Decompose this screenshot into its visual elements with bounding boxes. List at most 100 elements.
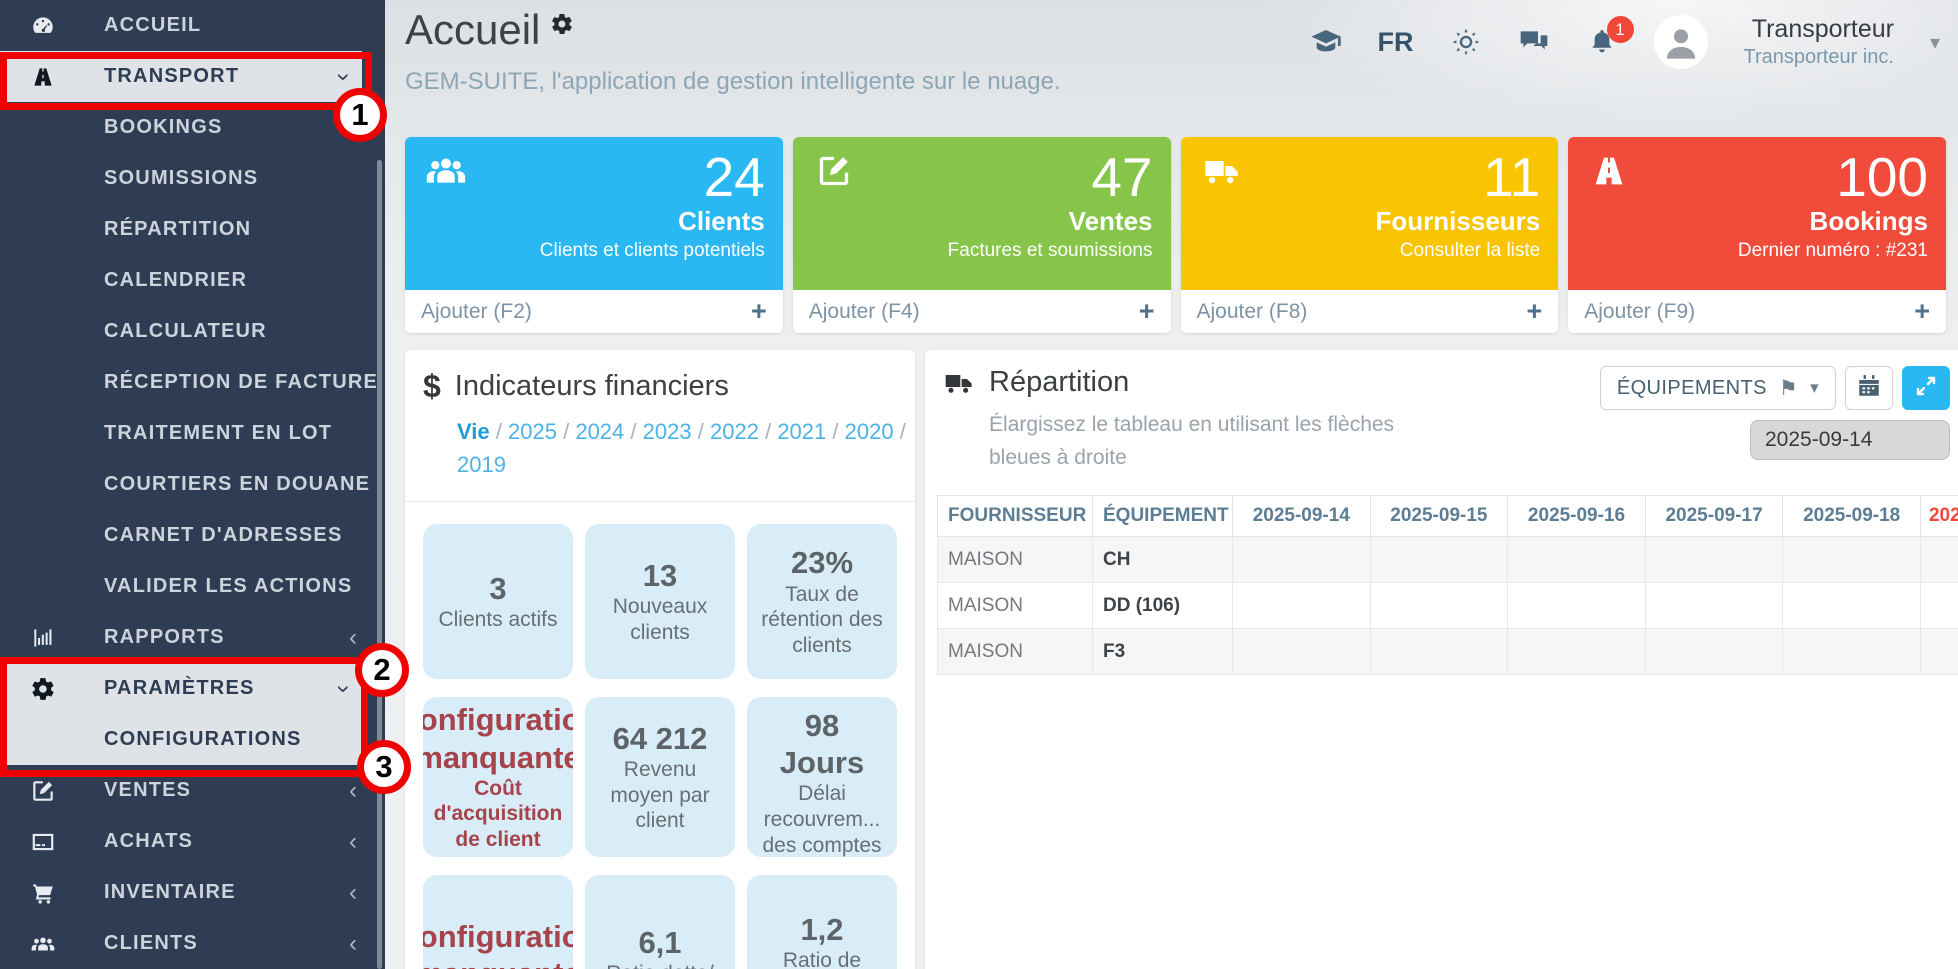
- chevron-left-icon: ‹: [349, 932, 357, 956]
- clients-count: 24: [704, 149, 765, 207]
- sidebar-item-ventes[interactable]: VENTES ‹: [0, 765, 385, 816]
- sidebar-item-configurations[interactable]: CONFIGURATIONS: [0, 714, 362, 765]
- sidebar-item-transport[interactable]: TRANSPORT ‹: [0, 51, 362, 102]
- chevron-left-icon: ‹: [349, 626, 357, 650]
- filter-2025[interactable]: 2025: [508, 419, 557, 444]
- sidebar-scrollbar[interactable]: [377, 160, 382, 969]
- schedule-cell[interactable]: [1920, 583, 1958, 629]
- fournisseurs-card-body[interactable]: 11 Fournisseurs Consulter la liste: [1181, 137, 1559, 290]
- schedule-cell[interactable]: [1645, 537, 1783, 583]
- schedule-cell[interactable]: [1233, 583, 1371, 629]
- page-settings-gear-icon[interactable]: [550, 12, 574, 41]
- chevron-down-icon: ‹: [330, 685, 354, 693]
- schedule-cell[interactable]: [1370, 629, 1508, 675]
- col-date-3: 2025-09-16: [1508, 496, 1646, 537]
- schedule-cell[interactable]: [1508, 583, 1646, 629]
- caret-down-icon: ▾: [1810, 378, 1819, 398]
- language-selector[interactable]: FR: [1378, 27, 1414, 58]
- expand-table-button[interactable]: [1902, 366, 1950, 410]
- schedule-cell[interactable]: [1783, 537, 1921, 583]
- sidebar-item-bookings[interactable]: BOOKINGS: [0, 102, 385, 153]
- sidebar-item-achats[interactable]: ACHATS ‹: [0, 816, 385, 867]
- filter-2021[interactable]: 2021: [777, 419, 826, 444]
- add-fournisseur-button[interactable]: Ajouter (F8) +: [1181, 290, 1559, 333]
- schedule-cell[interactable]: [1233, 537, 1371, 583]
- divider: [405, 501, 915, 502]
- bookings-card-body[interactable]: 100 Bookings Dernier numéro : #231: [1568, 137, 1946, 290]
- schedule-cell[interactable]: [1508, 629, 1646, 675]
- sidebar-item-courtiers-en-douane[interactable]: COURTIERS EN DOUANE: [0, 459, 385, 510]
- calendar-button[interactable]: [1845, 366, 1893, 410]
- user-menu[interactable]: Transporteur Transporteur inc.: [1744, 14, 1894, 70]
- schedule-cell[interactable]: [1233, 629, 1371, 675]
- date-input[interactable]: 2025-09-14: [1750, 420, 1950, 460]
- filter-vie[interactable]: Vie: [457, 419, 490, 444]
- repartition-actions: ÉQUIPEMENTS ⚑ ▾: [1600, 366, 1950, 410]
- schedule-cell[interactable]: [1645, 629, 1783, 675]
- add-vente-button[interactable]: Ajouter (F4) +: [793, 290, 1171, 333]
- avatar[interactable]: [1654, 15, 1708, 69]
- repartition-hint: Élargissez le tableau en utilisant les f…: [989, 409, 1439, 474]
- filter-2024[interactable]: 2024: [575, 419, 624, 444]
- table-row: MAISON DD (106): [938, 583, 1958, 629]
- road-icon: [30, 64, 64, 90]
- schedule-cell[interactable]: [1645, 583, 1783, 629]
- graduation-cap-icon[interactable]: [1310, 26, 1342, 58]
- schedule-cell[interactable]: [1508, 537, 1646, 583]
- sidebar-item-label: TRANSPORT: [104, 65, 239, 88]
- sidebar-item-clients[interactable]: CLIENTS ‹: [0, 918, 385, 969]
- clients-card-body[interactable]: 24 Clients Clients et clients potentiels: [405, 137, 783, 290]
- sidebar-item-calculateur[interactable]: CALCULATEUR: [0, 306, 385, 357]
- sidebar-item-inventaire[interactable]: INVENTAIRE ‹: [0, 867, 385, 918]
- sidebar-item-parametres[interactable]: PARAMÈTRES ‹: [0, 663, 362, 714]
- col-date-5: 2025-09-18: [1783, 496, 1921, 537]
- sidebar-item-reception-de-facture[interactable]: RÉCEPTION DE FACTURE: [0, 357, 385, 408]
- sidebar-item-traitement-en-lot[interactable]: TRAITEMENT EN LOT: [0, 408, 385, 459]
- schedule-cell[interactable]: [1783, 583, 1921, 629]
- schedule-cell[interactable]: [1920, 629, 1958, 675]
- fournisseurs-card: 11 Fournisseurs Consulter la liste Ajout…: [1181, 137, 1559, 333]
- flag-icon: ⚑: [1779, 376, 1798, 401]
- chat-icon[interactable]: [1518, 26, 1550, 58]
- financial-tiles: 3 Clients actifs 13 Nouveaux clients 23%…: [423, 524, 897, 969]
- schedule-cell[interactable]: [1783, 629, 1921, 675]
- filter-2022[interactable]: 2022: [710, 419, 759, 444]
- tile-revenu-moyen: 64 212 Revenu moyen par client: [585, 697, 735, 857]
- truck-icon: [943, 367, 975, 399]
- filter-2019[interactable]: 2019: [457, 452, 506, 477]
- repartition-table: FOURNISSEUR ÉQUIPEMENT 2025-09-14 2025-0…: [937, 495, 1958, 675]
- tile-clients-actifs: 3 Clients actifs: [423, 524, 573, 679]
- financial-indicators-panel: $ Indicateurs financiers Vie / 2025 / 20…: [405, 350, 915, 969]
- add-booking-button[interactable]: Ajouter (F9) +: [1568, 290, 1946, 333]
- sidebar-item-calendrier[interactable]: CALENDRIER: [0, 255, 385, 306]
- users-icon: [423, 151, 469, 196]
- schedule-cell[interactable]: [1920, 537, 1958, 583]
- sidebar-item-soumissions[interactable]: SOUMISSIONS: [0, 153, 385, 204]
- equipements-dropdown-button[interactable]: ÉQUIPEMENTS ⚑ ▾: [1600, 366, 1836, 410]
- settings-gear-icon[interactable]: [1450, 26, 1482, 58]
- expand-arrows-icon: [1914, 374, 1938, 403]
- sidebar-item-accueil[interactable]: ACCUEIL: [0, 0, 385, 51]
- table-header-row: FOURNISSEUR ÉQUIPEMENT 2025-09-14 2025-0…: [938, 496, 1958, 537]
- chevron-left-icon: ‹: [349, 779, 357, 803]
- ventes-card-body[interactable]: 47 Ventes Factures et soumissions: [793, 137, 1171, 290]
- schedule-cell[interactable]: [1370, 583, 1508, 629]
- add-client-button[interactable]: Ajouter (F2) +: [405, 290, 783, 333]
- filter-2023[interactable]: 2023: [643, 419, 692, 444]
- col-date-6: 2025-09-19: [1920, 496, 1958, 537]
- sidebar-item-valider-les-actions[interactable]: VALIDER LES ACTIONS: [0, 561, 385, 612]
- clients-card: 24 Clients Clients et clients potentiels…: [405, 137, 783, 333]
- tile-configuration-manquante: Configuration manquante: [423, 875, 573, 969]
- bar-chart-icon: [30, 625, 64, 651]
- table-row: MAISON CH: [938, 537, 1958, 583]
- chevron-down-icon: ‹: [330, 73, 354, 81]
- edit-icon: [30, 778, 64, 804]
- col-date-2: 2025-09-15: [1370, 496, 1508, 537]
- notifications-bell-icon[interactable]: 1: [1586, 26, 1618, 58]
- sidebar-item-repartition[interactable]: RÉPARTITION: [0, 204, 385, 255]
- filter-2020[interactable]: 2020: [845, 419, 894, 444]
- ventes-card: 47 Ventes Factures et soumissions Ajoute…: [793, 137, 1171, 333]
- sidebar-item-rapports[interactable]: RAPPORTS ‹: [0, 612, 385, 663]
- sidebar-item-carnet-adresses[interactable]: CARNET D'ADRESSES: [0, 510, 385, 561]
- schedule-cell[interactable]: [1370, 537, 1508, 583]
